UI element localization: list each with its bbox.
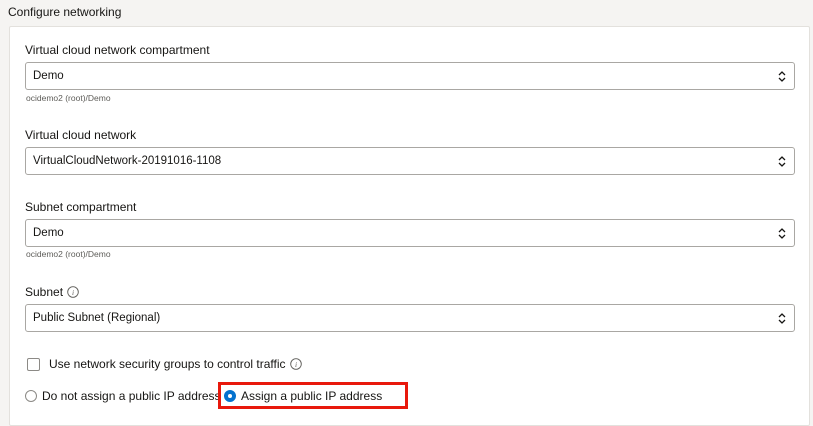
vcn-value: VirtualCloudNetwork-20191016-1108 xyxy=(33,155,222,167)
subnet-compartment-label-text: Subnet compartment xyxy=(25,200,137,214)
subnet-compartment-select[interactable]: Demo xyxy=(25,219,795,247)
select-chevron-icon xyxy=(778,228,786,239)
svg-text:i: i xyxy=(295,360,297,369)
vcn-compartment-value: Demo xyxy=(33,70,64,82)
highlight-annotation-box xyxy=(218,382,408,409)
info-icon[interactable]: i xyxy=(289,358,302,370)
subnet-label: Subnet i xyxy=(25,285,79,299)
section-title: Configure networking xyxy=(8,5,122,19)
subnet-compartment-path: ocidemo2 (root)/Demo xyxy=(26,249,111,259)
vcn-compartment-label-text: Virtual cloud network compartment xyxy=(25,43,210,57)
nsg-checkbox[interactable] xyxy=(27,357,40,371)
nsg-checkbox-label: Use network security groups to control t… xyxy=(49,357,286,371)
subnet-compartment-label: Subnet compartment xyxy=(25,200,136,214)
vcn-select[interactable]: VirtualCloudNetwork-20191016-1108 xyxy=(25,147,795,175)
nsg-checkbox-row[interactable]: Use network security groups to control t… xyxy=(27,357,302,371)
vcn-compartment-select[interactable]: Demo xyxy=(25,62,795,90)
radio-no-public-ip-control[interactable] xyxy=(25,390,37,402)
networking-panel: Virtual cloud network compartment Demo o… xyxy=(9,26,810,426)
vcn-compartment-path: ocidemo2 (root)/Demo xyxy=(26,93,111,103)
select-chevron-icon xyxy=(778,156,786,167)
subnet-select[interactable]: Public Subnet (Regional) xyxy=(25,304,795,332)
radio-no-public-ip[interactable]: Do not assign a public IP address xyxy=(25,389,221,403)
subnet-compartment-value: Demo xyxy=(33,227,64,239)
radio-no-public-ip-label: Do not assign a public IP address xyxy=(42,389,221,403)
vcn-label: Virtual cloud network xyxy=(25,128,136,142)
vcn-label-text: Virtual cloud network xyxy=(25,128,137,142)
info-icon[interactable]: i xyxy=(67,286,79,298)
select-chevron-icon xyxy=(778,313,786,324)
select-chevron-icon xyxy=(778,71,786,82)
subnet-label-text: Subnet xyxy=(25,285,64,299)
vcn-compartment-label: Virtual cloud network compartment xyxy=(25,43,210,57)
subnet-value: Public Subnet (Regional) xyxy=(33,312,161,324)
svg-text:i: i xyxy=(72,288,74,297)
